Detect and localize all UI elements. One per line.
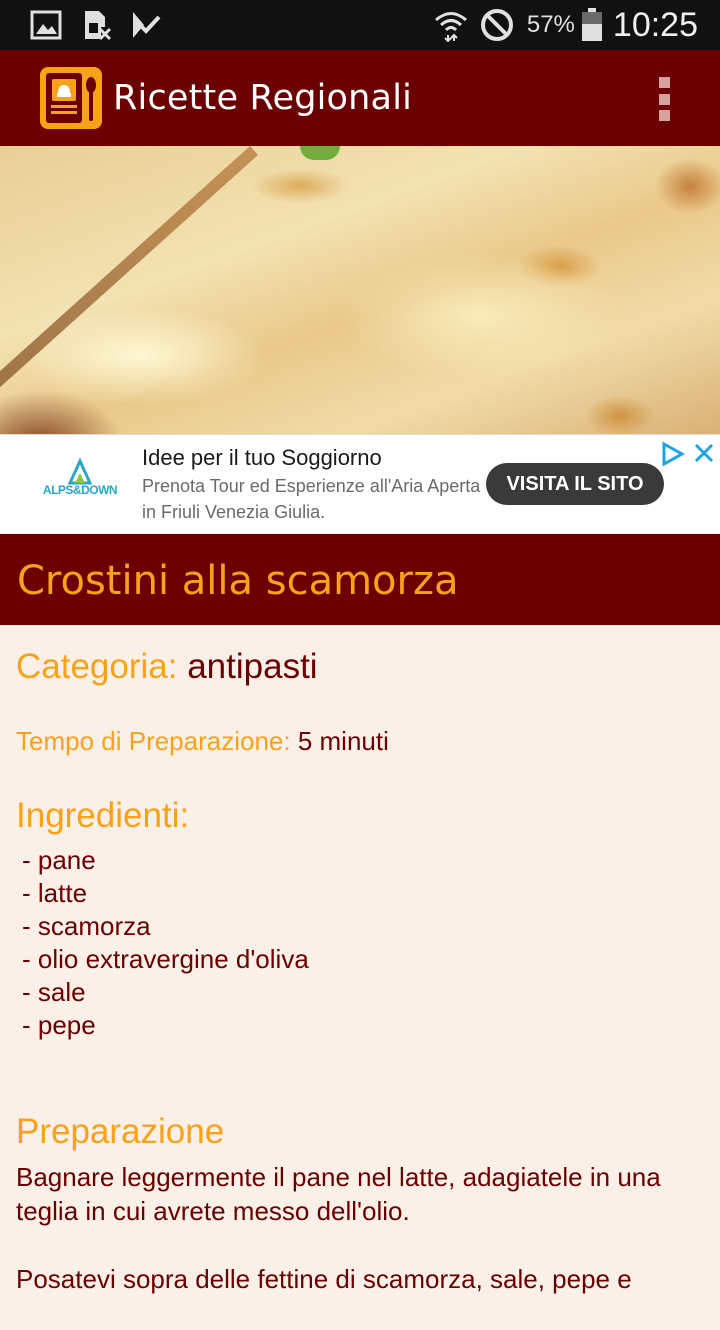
preparation-paragraph: Bagnare leggermente il pane nel latte, a… [16,1162,661,1226]
ad-banner[interactable]: ALPS&DOWN Idee per il tuo Soggiorno Pren… [0,434,720,536]
ad-body: Prenota Tour ed Esperienze all'Aria Aper… [142,473,486,529]
recipe-title: Crostini alla scamorza [17,558,459,604]
recipe-header: Crostini alla scamorza [0,534,720,625]
preparation-paragraph: Posatevi sopra delle fettine di scamorza… [16,1264,632,1294]
prep-time-row: Tempo di Preparazione: 5 minuti [16,726,389,757]
ingredient-item: - sale [22,977,86,1007]
check-icon [130,9,162,41]
ad-headline[interactable]: Idee per il tuo Soggiorno [142,445,382,471]
sim-card-icon [80,9,112,41]
ingredient-item: - latte [22,878,88,908]
clock: 10:25 [612,5,698,44]
prep-time-label: Tempo di Preparazione: [16,726,291,756]
category-value: antipasti [187,647,318,686]
category-label: Categoria: [16,647,178,686]
recipe-photo [0,146,720,434]
app-bar: Ricette Regionali [0,50,720,146]
preparation-text: Bagnare leggermente il pane nel latte, a… [16,1160,706,1330]
menu-dot [658,77,670,88]
advertiser-logo-text: ALPS&DOWN [42,483,118,497]
prep-time-value: 5 minuti [297,726,389,756]
close-icon[interactable] [690,439,718,467]
photo-detail [300,146,340,160]
gallery-icon [30,9,62,41]
battery-percent: 57% [526,11,575,38]
category-row: Categoria: antipasti [16,647,318,687]
recipe-book-icon[interactable] [38,65,104,131]
ingredients-list: - pane - latte - scamorza - olio extrave… [22,844,309,1042]
wifi-icon [433,7,469,43]
overflow-menu-icon[interactable] [652,77,676,121]
ad-body-line: Prenota Tour ed Esperienze all'Aria Aper… [142,476,481,496]
photo-detail [0,146,259,434]
ingredient-item: - pepe [22,1010,96,1040]
menu-dot [658,93,670,105]
status-bar: 57% 10:25 [0,0,720,50]
battery-icon [581,8,603,42]
ingredient-item: - olio extravergine d'oliva [22,944,309,974]
ad-choices-icon[interactable] [660,441,686,467]
advertiser-logo[interactable]: ALPS&DOWN [38,455,122,515]
ingredient-item: - scamorza [22,911,151,941]
app-title: Ricette Regionali [113,78,413,118]
visit-site-button[interactable]: VISITA IL SITO [486,463,664,505]
ingredients-heading: Ingredienti: [16,796,190,835]
ad-body-line: in Friuli Venezia Giulia. [142,502,326,522]
preparation-heading: Preparazione [16,1112,225,1151]
ingredient-item: - pane [22,845,96,875]
do-not-disturb-icon [479,7,515,43]
menu-dot [658,110,670,121]
